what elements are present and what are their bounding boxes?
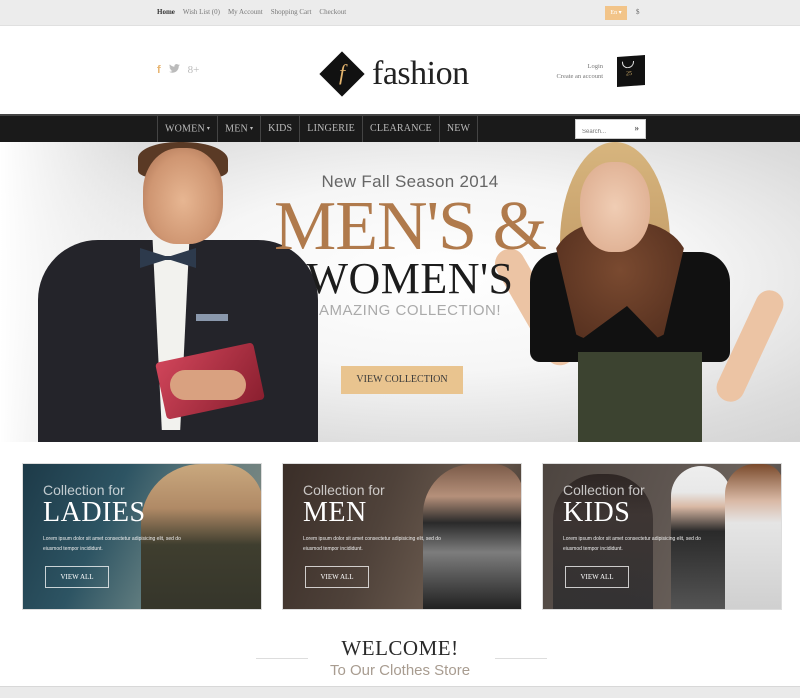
- top-link-shopping-cart[interactable]: Shopping Cart: [271, 8, 312, 16]
- nav-item-kids[interactable]: KIDS: [260, 116, 299, 142]
- nav-item-men[interactable]: MEN ▾: [217, 116, 260, 142]
- hero-headline-1: MEN'S &: [273, 188, 547, 265]
- language-label: En: [610, 10, 618, 16]
- top-bar: Home Wish List (0) My Account Shopping C…: [0, 0, 800, 26]
- nav-item-women[interactable]: WOMEN ▾: [157, 116, 218, 145]
- card-subtitle: Collection for: [563, 482, 645, 498]
- nav-item-lingerie[interactable]: LINGERIE: [299, 116, 362, 142]
- social-links: f 8+: [157, 64, 199, 76]
- welcome-section: WELCOME! To Our Clothes Store: [0, 636, 800, 679]
- google-plus-icon[interactable]: 8+: [188, 64, 200, 76]
- account-links: Login Create an account: [556, 62, 603, 82]
- card-title: KIDS: [563, 497, 631, 528]
- collection-card-kids[interactable]: Collection for KIDS Lorem ipsum dolor si…: [542, 463, 782, 610]
- card-title: LADIES: [43, 497, 146, 528]
- chevron-down-icon: ▾: [249, 126, 254, 132]
- create-account-link[interactable]: Create an account: [556, 72, 603, 82]
- top-link-wishlist[interactable]: Wish List (0): [183, 8, 220, 16]
- collection-card-ladies[interactable]: Collection for LADIES Lorem ipsum dolor …: [22, 463, 262, 610]
- chevron-down-icon: ▾: [206, 126, 211, 132]
- welcome-title: WELCOME!: [341, 636, 459, 660]
- welcome-subtitle: To Our Clothes Store: [329, 662, 471, 679]
- search-box: »: [575, 119, 646, 141]
- chevron-down-icon: ▾: [618, 10, 622, 16]
- top-links: Home Wish List (0) My Account Shopping C…: [157, 8, 346, 16]
- language-selector[interactable]: En ▾: [605, 6, 627, 20]
- card-description: Lorem ipsum dolor sit amet consectetur a…: [303, 536, 441, 552]
- hero-tagline: AMAZING COLLECTION!: [318, 302, 502, 319]
- nav-item-clearance[interactable]: CLEARANCE: [362, 116, 439, 142]
- card-title: MEN: [303, 497, 367, 528]
- search-submit-icon[interactable]: »: [635, 123, 640, 133]
- logo-text: fashion: [372, 55, 469, 92]
- collection-card-men[interactable]: Collection for MEN Lorem ipsum dolor sit…: [282, 463, 522, 610]
- hero-banner: New Fall Season 2014 MEN'S & WOMEN'S AMA…: [0, 142, 800, 442]
- facebook-icon[interactable]: f: [157, 64, 161, 76]
- view-all-ladies-button[interactable]: VIEW ALL: [45, 566, 109, 588]
- view-collection-button[interactable]: VIEW COLLECTION: [341, 366, 463, 394]
- login-link[interactable]: Login: [556, 62, 603, 72]
- logo[interactable]: f fashion: [319, 51, 469, 97]
- site-header: f 8+ f fashion Login Create an account: [0, 26, 800, 114]
- top-link-checkout[interactable]: Checkout: [319, 8, 346, 16]
- card-description: Lorem ipsum dolor sit amet consectetur a…: [563, 536, 701, 552]
- top-link-my-account[interactable]: My Account: [228, 8, 263, 16]
- view-all-men-button[interactable]: VIEW ALL: [305, 566, 369, 588]
- twitter-icon[interactable]: [168, 64, 180, 76]
- currency-selector[interactable]: $: [636, 8, 640, 16]
- cart-badge: 25: [626, 70, 632, 78]
- logo-mark-icon: f: [319, 51, 365, 97]
- footer-strip: [0, 686, 800, 698]
- search-input[interactable]: [576, 123, 628, 141]
- main-nav: WOMEN ▾ MEN ▾ KIDS LINGERIE CLEARANCE NEW …: [0, 114, 800, 145]
- hero-text: New Fall Season 2014 MEN'S & WOMEN'S AMA…: [250, 172, 570, 319]
- top-link-home[interactable]: Home: [157, 8, 175, 16]
- nav-items: WOMEN ▾ MEN ▾ KIDS LINGERIE CLEARANCE NEW: [157, 116, 479, 145]
- card-subtitle: Collection for: [303, 482, 385, 498]
- shopping-bag-icon[interactable]: 25: [617, 55, 645, 87]
- card-subtitle: Collection for: [43, 482, 125, 498]
- nav-item-new[interactable]: NEW: [438, 116, 479, 142]
- view-all-kids-button[interactable]: VIEW ALL: [565, 566, 629, 588]
- card-description: Lorem ipsum dolor sit amet consectetur a…: [43, 536, 181, 552]
